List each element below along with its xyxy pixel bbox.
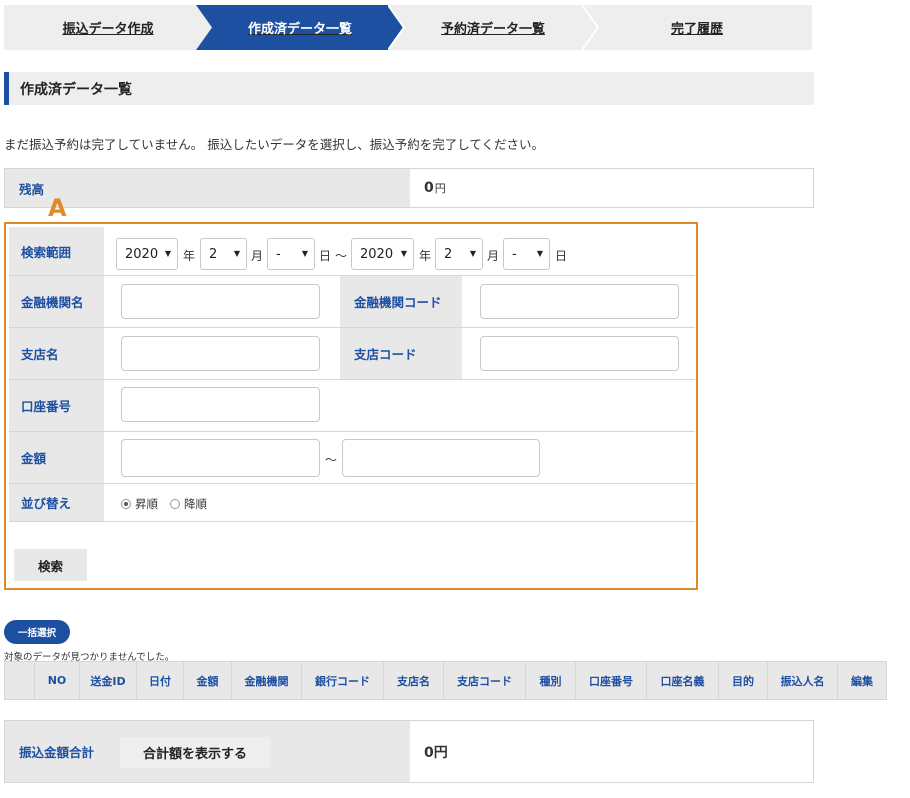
column-header-sender: 振込人名 — [767, 661, 838, 700]
column-header-account-number: 口座番号 — [575, 661, 647, 700]
chevron-down-icon: ▼ — [469, 249, 476, 258]
step-created-list-label: 作成済データ一覧 — [247, 22, 352, 37]
step-reserved-list[interactable]: 予約済データ一覧 — [388, 5, 598, 50]
branch-code-input[interactable] — [480, 336, 679, 371]
column-header-amount: 金額 — [183, 661, 232, 700]
range-row: 検索範囲 2020 ▼ 年 2 ▼ 月 - ▼ 日 ～ 2020 ▼ 年 2 ▼ 月 - ▼… — [9, 227, 695, 276]
select-all-button[interactable]: 一括選択 — [4, 620, 70, 644]
column-header-bank-code: 銀行コード — [301, 661, 384, 700]
progress-steps: 振込データ作成 作成済データ一覧 予約済データ一覧 完了履歴 — [4, 5, 812, 50]
section-title: 作成済データ一覧 — [4, 72, 814, 105]
amount-label: 金額 — [9, 432, 104, 483]
to-year-value: 2020 — [360, 246, 394, 262]
sort-row: 並び替え 昇順 降順 — [9, 484, 695, 522]
amount-min-input[interactable] — [121, 439, 320, 477]
column-header-branch: 支店名 — [383, 661, 444, 700]
total-amount: 0円 — [424, 744, 448, 761]
total-label: 振込金額合計 — [19, 745, 95, 760]
sort-desc-label: 降順 — [184, 497, 207, 511]
search-form: 検索範囲 2020 ▼ 年 2 ▼ 月 - ▼ 日 ～ 2020 ▼ 年 2 ▼ 月 - ▼… — [4, 222, 698, 590]
step-history-label: 完了履歴 — [670, 22, 723, 37]
branch-code-label: 支店コード — [340, 328, 462, 379]
column-header-date: 日付 — [136, 661, 184, 700]
to-year-select[interactable]: 2020 ▼ — [351, 238, 414, 270]
from-month-value: 2 — [209, 246, 218, 262]
chevron-down-icon: ▼ — [233, 249, 240, 258]
sort-asc-label: 昇順 — [135, 497, 158, 511]
sort-asc-option[interactable]: 昇順 — [121, 496, 158, 512]
chevron-down-icon: ▼ — [301, 249, 308, 258]
to-day-value: - — [512, 246, 517, 262]
bank-code-input[interactable] — [480, 284, 679, 319]
sort-label: 並び替え — [9, 484, 104, 521]
to-month-select[interactable]: 2 ▼ — [435, 238, 483, 270]
radio-selected-icon[interactable] — [121, 499, 131, 509]
column-header-no: NO — [34, 661, 80, 700]
from-month-select[interactable]: 2 ▼ — [200, 238, 247, 270]
branch-name-label: 支店名 — [9, 328, 104, 379]
year-unit: 年 — [183, 249, 196, 263]
range-label: 検索範囲 — [9, 227, 104, 275]
branch-row: 支店名 支店コード — [9, 328, 695, 380]
to-day-select[interactable]: - ▼ — [503, 238, 550, 270]
chevron-down-icon: ▼ — [536, 249, 543, 258]
search-button[interactable]: 検索 — [14, 549, 87, 581]
balance-amount: 0 — [424, 180, 434, 196]
account-row: 口座番号 — [9, 380, 695, 432]
from-day-select[interactable]: - ▼ — [267, 238, 315, 270]
step-create[interactable]: 振込データ作成 — [4, 5, 212, 50]
column-header-edit: 編集 — [837, 661, 887, 700]
sort-desc-option[interactable]: 降順 — [170, 496, 207, 512]
balance-row: 残高 0円 — [4, 168, 814, 208]
show-total-button[interactable]: 合計額を表示する — [120, 737, 270, 768]
bank-code-label: 金融機関コード — [340, 276, 462, 327]
column-header-bank: 金融機関 — [231, 661, 302, 700]
bank-row: 金融機関名 金融機関コード — [9, 276, 695, 328]
table-header-row: NO 送金ID 日付 金額 金融機関 銀行コード 支店名 支店コード 種別 口座… — [4, 661, 887, 700]
month-unit: 月 — [251, 249, 264, 263]
chevron-down-icon: ▼ — [164, 249, 171, 258]
from-day-value: - — [276, 246, 281, 262]
step-reserved-list-label: 予約済データ一覧 — [440, 22, 545, 37]
account-number-input[interactable] — [121, 387, 320, 422]
to-month-value: 2 — [444, 246, 453, 262]
radio-icon[interactable] — [170, 499, 180, 509]
step-create-label: 振込データ作成 — [62, 22, 154, 37]
annotation-mark: A — [48, 194, 67, 222]
step-created-list[interactable]: 作成済データ一覧 — [196, 5, 404, 50]
day-unit: 日 — [555, 249, 568, 263]
branch-name-input[interactable] — [121, 336, 320, 371]
month-unit: 月 — [487, 249, 500, 263]
column-header-purpose: 目的 — [718, 661, 768, 700]
notice-text: まだ振込予約は完了していません。 振込したいデータを選択し、振込予約を完了してく… — [4, 137, 544, 152]
amount-max-input[interactable] — [342, 439, 540, 477]
total-label-cell: 振込金額合計 合計額を表示する — [5, 721, 410, 782]
column-header-transfer-id: 送金ID — [79, 661, 137, 700]
column-header-branch-code: 支店コード — [443, 661, 526, 700]
total-row: 振込金額合計 合計額を表示する 0円 — [4, 720, 814, 783]
day-unit: 日 — [319, 249, 332, 263]
amount-separator: ～ — [325, 453, 338, 467]
bank-name-label: 金融機関名 — [9, 276, 104, 327]
balance-unit: 円 — [434, 182, 446, 195]
chevron-down-icon: ▼ — [400, 249, 407, 258]
account-label: 口座番号 — [9, 380, 104, 431]
range-separator: ～ — [335, 249, 348, 263]
balance-value: 0円 — [410, 169, 813, 207]
amount-row: 金額 ～ — [9, 432, 695, 484]
bank-name-input[interactable] — [121, 284, 320, 319]
from-year-value: 2020 — [125, 246, 159, 262]
column-header-type: 種別 — [525, 661, 576, 700]
results-table: NO 送金ID 日付 金額 金融機関 銀行コード 支店名 支店コード 種別 口座… — [4, 661, 887, 700]
step-history[interactable]: 完了履歴 — [582, 5, 812, 50]
from-year-select[interactable]: 2020 ▼ — [116, 238, 178, 270]
column-header-checkbox — [4, 661, 35, 700]
column-header-account-holder: 口座名義 — [646, 661, 719, 700]
year-unit: 年 — [419, 249, 432, 263]
